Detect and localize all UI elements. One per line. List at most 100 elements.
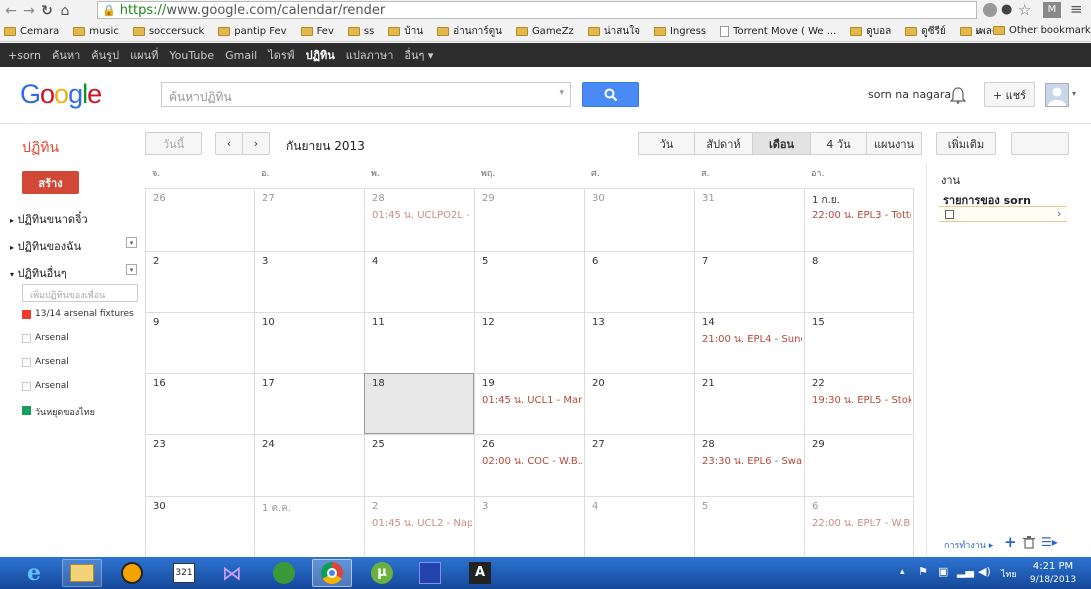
calendar-event[interactable]: 21:00 น. EPL4 - Sunder <box>702 332 802 347</box>
audition-icon[interactable]: A <box>460 559 500 587</box>
gbar-item[interactable]: อื่นๆ ▾ <box>404 46 433 64</box>
volume-icon[interactable]: ◀) <box>978 565 991 578</box>
day-number[interactable]: 30 <box>592 193 605 204</box>
day-number[interactable]: 2 <box>372 501 378 512</box>
gbar-item[interactable]: Gmail <box>225 49 257 62</box>
other-bookmarks[interactable]: Other bookmarks <box>993 25 1091 36</box>
day-number[interactable]: 14 <box>702 317 715 328</box>
vlc-icon[interactable] <box>112 559 152 587</box>
day-cell[interactable]: 29 <box>474 188 584 251</box>
clock-time[interactable]: 4:21 PM <box>1031 561 1075 572</box>
my-calendars-toggle[interactable]: ▸ ปฏิทินของฉัน <box>10 237 81 255</box>
day-cell[interactable]: 24 <box>254 434 364 496</box>
language-indicator[interactable]: ไทย <box>1001 567 1017 581</box>
day-cell[interactable]: 23 <box>145 434 254 496</box>
calendar-list-item[interactable]: Arsenal <box>22 381 142 395</box>
avatar[interactable] <box>1045 83 1069 107</box>
day-number[interactable]: 8 <box>812 256 818 267</box>
day-number[interactable]: 5 <box>702 501 708 512</box>
day-cell[interactable]: 6 22:00 น. EPL7 - W.B.A. <box>804 496 914 557</box>
day-cell[interactable]: 3 <box>254 251 364 312</box>
day-number[interactable]: 12 <box>482 317 495 328</box>
day-number[interactable]: 5 <box>482 256 488 267</box>
calendar-list-item[interactable]: Arsenal <box>22 333 142 347</box>
day-number[interactable]: 11 <box>372 317 385 328</box>
bookmark-item[interactable]: ดูซีรีย์ <box>905 24 946 39</box>
today-button[interactable]: วันนี้ <box>145 132 202 155</box>
calendar-event[interactable]: 01:45 น. UCL1 - Marsei <box>482 393 582 408</box>
bookmark-item[interactable]: Ingress <box>653 26 706 37</box>
user-name[interactable]: sorn na nagara <box>868 88 951 101</box>
chrome-icon[interactable] <box>312 559 352 587</box>
chevron-right-icon[interactable]: › <box>1057 207 1061 220</box>
mini-calendar-toggle[interactable]: ▸ ปฏิทินขนาดจิ๋ว <box>10 210 88 228</box>
address-bar[interactable]: 🔒 https://www.google.com/calendar/render <box>97 1 977 19</box>
ie-icon[interactable]: e <box>14 559 54 587</box>
day-number[interactable]: 30 <box>153 501 166 512</box>
day-cell[interactable]: 10 <box>254 312 364 373</box>
view-button[interactable]: 4 วัน <box>810 132 867 155</box>
day-number[interactable]: 2 <box>153 256 159 267</box>
search-box[interactable]: ค้นหาปฏิทิน ▾ <box>161 82 571 107</box>
reload-icon[interactable]: ↻ <box>38 2 56 20</box>
calendar-list-item[interactable]: Arsenal <box>22 357 142 371</box>
day-number[interactable]: 28 <box>702 439 715 450</box>
day-number[interactable]: 3 <box>262 256 268 267</box>
gbar-item[interactable]: ปฏิทิน <box>306 46 335 64</box>
day-cell[interactable]: 11 <box>364 312 474 373</box>
actions-menu[interactable]: การทำงาน ▸ <box>944 538 993 552</box>
add-friend-calendar-input[interactable]: เพิ่มปฏิทินของเพื่อน <box>22 284 138 302</box>
more-button[interactable]: เพิ่มเติม <box>936 132 996 155</box>
day-number[interactable]: 26 <box>482 439 495 450</box>
day-cell[interactable]: 13 <box>584 312 694 373</box>
view-button[interactable]: เดือน <box>752 132 811 155</box>
forward-icon[interactable]: → <box>20 2 38 20</box>
day-cell[interactable]: 2 01:45 น. UCL2 - Napoli <box>364 496 474 557</box>
next-button[interactable]: › <box>242 132 270 155</box>
bookmark-item[interactable]: ดูบอล <box>850 24 891 39</box>
day-number[interactable]: 17 <box>262 378 275 389</box>
visual-studio-icon[interactable]: ⋈ <box>212 559 252 587</box>
day-cell[interactable]: 27 <box>254 188 364 251</box>
day-number[interactable]: 19 <box>482 378 495 389</box>
gbar-item[interactable]: ค้นรูป <box>91 46 119 64</box>
gbar-item[interactable]: ค้นหา <box>52 46 80 64</box>
gbar-item[interactable]: แปลภาษา <box>346 46 394 64</box>
task-item[interactable]: › <box>939 206 1067 222</box>
day-cell[interactable]: 29 <box>804 434 914 496</box>
day-number[interactable]: 7 <box>702 256 708 267</box>
calendar-list-item[interactable]: วันหยุดของไทย <box>22 405 142 419</box>
add-task-icon[interactable]: + <box>1004 533 1017 551</box>
prev-button[interactable]: ‹ <box>215 132 243 155</box>
day-number[interactable]: 4 <box>372 256 378 267</box>
lightbulb-icon[interactable]: ● <box>1001 2 1015 18</box>
day-number[interactable]: 18 <box>372 378 385 389</box>
bookmark-item[interactable]: บ้าน <box>388 24 423 39</box>
day-number[interactable]: 15 <box>812 317 825 328</box>
day-cell[interactable]: 7 <box>694 251 804 312</box>
view-button[interactable]: สัปดาห์ <box>694 132 753 155</box>
bookmarks-more[interactable]: » <box>975 25 982 38</box>
bookmark-item[interactable]: ss <box>347 26 374 37</box>
day-number[interactable]: 3 <box>482 501 488 512</box>
day-cell[interactable]: 8 <box>804 251 914 312</box>
day-cell[interactable]: 3 <box>474 496 584 557</box>
day-cell[interactable]: 4 <box>584 496 694 557</box>
day-cell[interactable]: 26 02:00 น. COC - W.B.A (/ <box>474 434 584 496</box>
view-button[interactable]: แผนงาน <box>866 132 922 155</box>
trash-icon[interactable] <box>1023 536 1035 549</box>
tray-expand-icon[interactable]: ▴ <box>900 567 905 577</box>
bookmark-item[interactable]: GameZz <box>515 26 574 37</box>
bookmark-item[interactable]: Fev <box>300 26 334 37</box>
my-calendars-menu-icon[interactable]: ▾ <box>126 237 137 248</box>
gbar-item[interactable]: +sorn <box>8 49 41 62</box>
calendar-event[interactable]: 19:30 น. EPL5 - Stoke C <box>812 393 911 408</box>
day-cell[interactable]: 18 <box>364 373 474 434</box>
file-explorer-icon[interactable] <box>62 559 102 587</box>
day-number[interactable]: 23 <box>153 439 166 450</box>
day-number[interactable]: 16 <box>153 378 166 389</box>
day-cell[interactable]: 16 <box>145 373 254 434</box>
day-number[interactable]: 31 <box>702 193 715 204</box>
day-cell[interactable]: 27 <box>584 434 694 496</box>
day-number[interactable]: 21 <box>702 378 715 389</box>
